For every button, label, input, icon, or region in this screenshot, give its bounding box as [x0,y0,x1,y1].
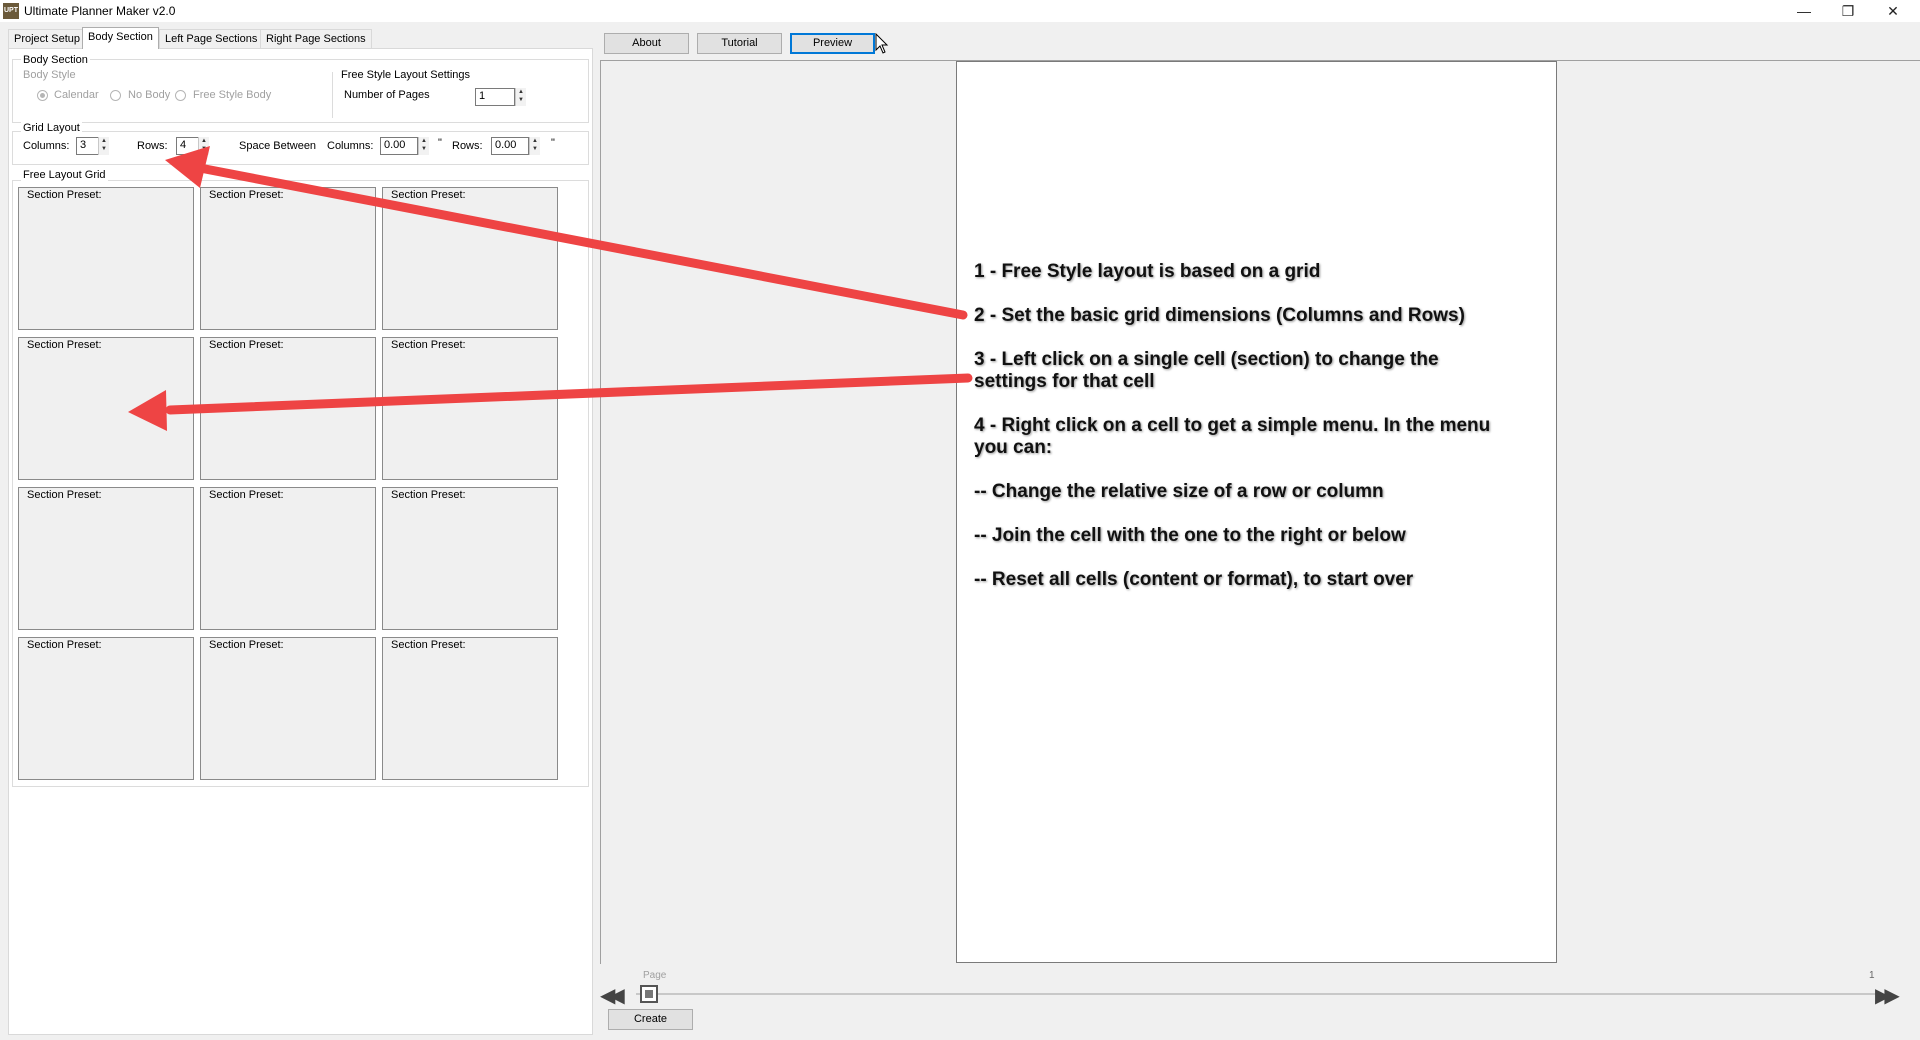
number-of-pages-spinner[interactable]: ▲ ▼ [515,88,526,106]
app-logo-icon: UPT [3,3,19,19]
about-button[interactable]: About [604,33,689,54]
spin-up-icon[interactable]: ▲ [199,137,209,145]
tab-project-setup[interactable]: Project Setup [8,29,87,48]
instruction-4: 4 - Right click on a cell to get a simpl… [974,415,1491,458]
space-between-label: Space Between [239,140,317,152]
body-style-title: Body Style [23,69,76,81]
grid-cell-4-3[interactable]: Section Preset: [382,637,558,780]
section-preset-label: Section Preset: [391,189,466,201]
section-preset-label: Section Preset: [209,489,284,501]
space-rows-label: Rows: [452,140,483,152]
no-body-radio-label: No Body [128,89,171,101]
grid-rows-input[interactable]: 4 [176,137,200,155]
free-style-body-radio-label: Free Style Body [193,89,272,101]
number-of-pages-input[interactable]: 1 [475,88,515,106]
close-icon[interactable]: ✕ [1873,0,1913,22]
section-preset-label: Section Preset: [209,639,284,651]
grid-cell-2-1[interactable]: Section Preset: [18,337,194,480]
spin-up-icon[interactable]: ▲ [419,137,429,145]
instruction-1: 1 - Free Style layout is based on a grid [974,261,1321,282]
tab-body-section[interactable]: Body Section [82,27,159,49]
restore-icon[interactable]: ❐ [1828,0,1868,22]
grid-columns-input[interactable]: 3 [76,137,100,155]
free-layout-grid-title: Free Layout Grid [21,169,108,181]
instruction-5: -- Change the relative size of a row or … [974,481,1384,502]
preview-page [956,61,1557,963]
space-rows-input[interactable]: 0.00 [491,137,529,155]
space-columns-input[interactable]: 0.00 [380,137,418,155]
first-page-icon[interactable]: ◀◀ [600,983,625,1008]
page-slider-thumb[interactable] [640,985,658,1003]
tab-left-page-sections[interactable]: Left Page Sections [159,29,264,48]
space-rows-spinner[interactable]: ▲ ▼ [529,137,540,155]
section-preset-label: Section Preset: [27,189,102,201]
grid-cell-2-2[interactable]: Section Preset: [200,337,376,480]
page-count-value: 1 [1869,970,1875,981]
grid-cell-3-2[interactable]: Section Preset: [200,487,376,630]
grid-cell-2-3[interactable]: Section Preset: [382,337,558,480]
window-title: Ultimate Planner Maker v2.0 [24,4,176,18]
preview-button[interactable]: Preview [790,33,875,54]
grid-cell-3-3[interactable]: Section Preset: [382,487,558,630]
title-bar: UPT Ultimate Planner Maker v2.0 — ❐ ✕ [0,0,1920,22]
tutorial-button[interactable]: Tutorial [697,33,782,54]
spin-down-icon[interactable]: ▼ [419,145,429,153]
page-label: Page [643,970,667,981]
grid-rows-label: Rows: [137,140,168,152]
create-button[interactable]: Create [608,1009,693,1030]
section-preset-label: Section Preset: [391,639,466,651]
calendar-radio-label: Calendar [54,89,99,101]
instruction-6: -- Join the cell with the one to the rig… [974,525,1406,546]
spin-up-icon[interactable]: ▲ [530,137,540,145]
mouse-cursor-icon [875,33,889,54]
spin-down-icon[interactable]: ▼ [530,145,540,153]
grid-cell-4-2[interactable]: Section Preset: [200,637,376,780]
grid-cell-3-1[interactable]: Section Preset: [18,487,194,630]
section-preset-label: Section Preset: [209,189,284,201]
calendar-radio[interactable] [37,90,48,101]
body-section-title: Body Section [21,54,90,66]
space-columns-unit: " [438,137,442,149]
section-preset-label: Section Preset: [27,339,102,351]
section-preset-label: Section Preset: [209,339,284,351]
number-of-pages-label: Number of Pages [344,89,430,101]
free-style-settings-title: Free Style Layout Settings [341,69,471,81]
last-page-icon[interactable]: ▶▶ [1875,983,1900,1008]
section-preset-label: Section Preset: [27,639,102,651]
section-preset-label: Section Preset: [27,489,102,501]
grid-cell-1-3[interactable]: Section Preset: [382,187,558,330]
grid-columns-spinner[interactable]: ▲ ▼ [98,137,109,155]
space-columns-spinner[interactable]: ▲ ▼ [418,137,429,155]
free-style-body-radio[interactable] [175,90,186,101]
spin-up-icon[interactable]: ▲ [516,88,526,96]
space-columns-label: Columns: [327,140,374,152]
section-preset-label: Section Preset: [391,339,466,351]
spin-down-icon[interactable]: ▼ [99,145,109,153]
minimize-icon[interactable]: — [1784,0,1824,22]
grid-rows-spinner[interactable]: ▲ ▼ [198,137,209,155]
spin-down-icon[interactable]: ▼ [516,96,526,104]
instruction-7: -- Reset all cells (content or format), … [974,569,1414,590]
grid-columns-label: Columns: [23,140,70,152]
section-preset-label: Section Preset: [391,489,466,501]
no-body-radio[interactable] [110,90,121,101]
space-rows-unit: " [551,137,555,149]
grid-cell-1-1[interactable]: Section Preset: [18,187,194,330]
grid-layout-title: Grid Layout [21,122,82,134]
spin-down-icon[interactable]: ▼ [199,145,209,153]
grid-cell-4-1[interactable]: Section Preset: [18,637,194,780]
instruction-2: 2 - Set the basic grid dimensions (Colum… [974,305,1465,326]
instruction-3: 3 - Left click on a single cell (section… [974,349,1439,392]
spin-up-icon[interactable]: ▲ [99,137,109,145]
page-slider-track[interactable] [636,993,1876,995]
grid-cell-1-2[interactable]: Section Preset: [200,187,376,330]
tab-right-page-sections[interactable]: Right Page Sections [260,29,372,48]
divider [332,72,333,118]
